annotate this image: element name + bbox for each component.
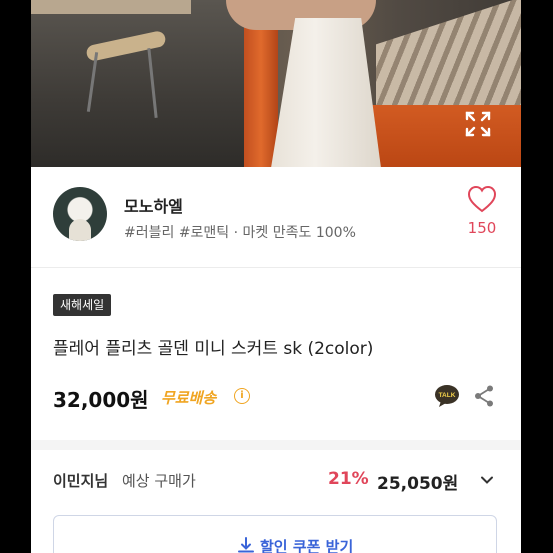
seller-name[interactable]: 모노하엘 [124, 193, 183, 217]
sale-badge: 새해세일 [53, 294, 112, 316]
section-divider [31, 440, 521, 450]
download-icon [238, 537, 254, 553]
talk-icon-label: TALK [439, 392, 456, 399]
expected-price: 25,050원 [377, 474, 459, 494]
divider [31, 267, 521, 268]
info-icon[interactable]: i [234, 388, 250, 404]
expected-price-label: 예상 구매가 [122, 472, 196, 490]
like-count: 150 [467, 219, 497, 237]
product-photo[interactable] [31, 0, 521, 167]
seller-tags: #러블리 #로맨틱 · 마켓 만족도 100% [124, 225, 356, 241]
discount-rate: 21% [328, 469, 369, 489]
photo-background-window [31, 0, 246, 167]
product-detail-screen: 모노하엘 #러블리 #로맨틱 · 마켓 만족도 100% 150 새해세일 플레… [31, 0, 521, 553]
coupon-button-label: 할인 쿠폰 받기 [260, 538, 354, 553]
member-name: 이민지님 [53, 472, 109, 490]
share-icon[interactable] [472, 384, 496, 408]
photo-table [31, 0, 191, 14]
free-shipping-label: 무료배송 [161, 389, 217, 407]
photo-orange-base [361, 105, 521, 167]
seller-row[interactable]: 모노하엘 #러블리 #로맨틱 · 마켓 만족도 100% 150 [31, 167, 521, 267]
photo-skirt [271, 18, 381, 167]
product-price: 32,000원 [53, 388, 149, 412]
heart-icon[interactable] [467, 185, 497, 213]
expand-icon[interactable] [464, 110, 492, 138]
coupon-button[interactable]: 할인 쿠폰 받기 [53, 515, 497, 553]
like-button[interactable]: 150 [463, 185, 501, 247]
product-title: 플레어 플리츠 골덴 미니 스커트 sk (2color) [53, 339, 374, 359]
talk-icon[interactable]: TALK [434, 384, 460, 408]
seller-avatar[interactable] [53, 187, 107, 241]
chevron-down-icon[interactable] [479, 472, 495, 488]
